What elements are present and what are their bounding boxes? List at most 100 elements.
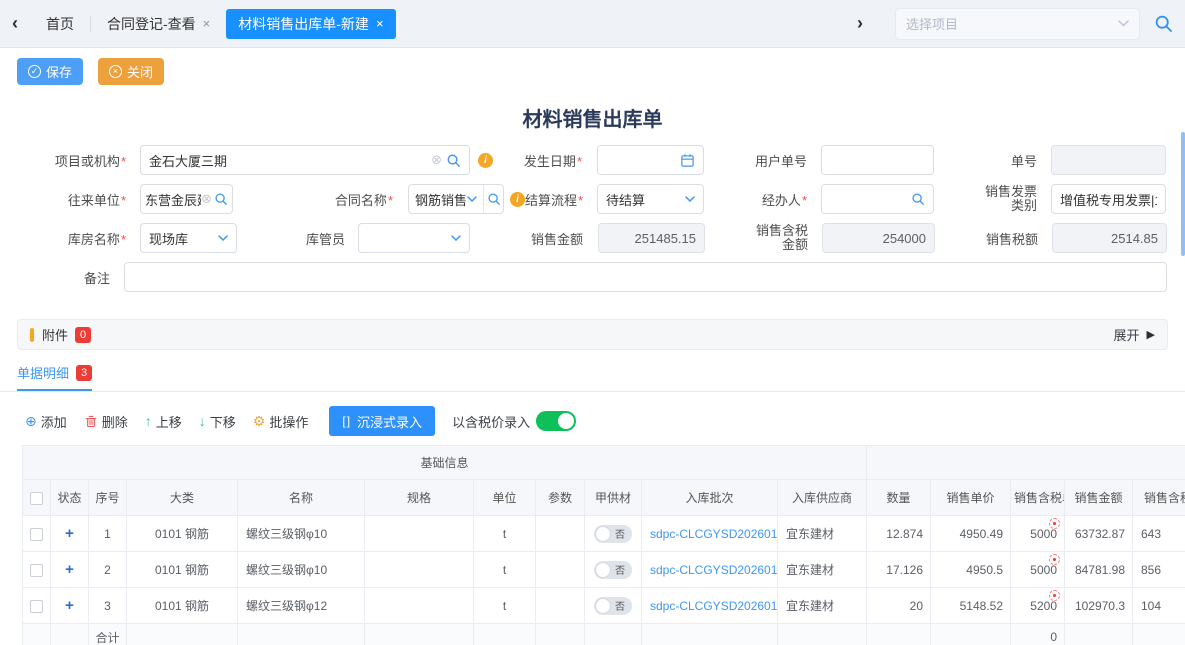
contract-select[interactable]: 钢筋销售 <box>408 184 504 214</box>
arrow-up-icon: ↑ <box>145 413 152 429</box>
settlement-select[interactable]: 待结算 <box>597 184 704 214</box>
col-param: 参数 <box>536 480 585 516</box>
supplied-toggle[interactable]: 否 <box>594 525 632 543</box>
close-button[interactable]: × 关闭 <box>98 58 164 85</box>
modified-marker-icon <box>1049 590 1060 601</box>
chevron-left-icon[interactable]: ‹ <box>12 13 28 34</box>
project-label: 项目或机构* <box>0 151 133 170</box>
contract-search-button[interactable] <box>483 185 503 213</box>
row-checkbox[interactable] <box>30 600 43 613</box>
select-all-header <box>23 480 51 516</box>
column-header-row: 状态 序号 大类 名称 规格 单位 参数 甲供材 入库批次 入库供应商 数量 销… <box>23 480 1185 516</box>
cell-spec <box>365 588 474 624</box>
counterparty-input[interactable]: 东营金辰建 ⊗ <box>140 184 233 214</box>
cell-name: 螺纹三级钢φ10 <box>238 552 365 588</box>
batch-link[interactable]: sdpc-CLCGYSD2026010 <box>650 599 778 613</box>
clear-icon[interactable]: ⊗ <box>431 152 442 168</box>
supplied-toggle[interactable]: 否 <box>594 597 632 615</box>
remark-label: 备注 <box>0 268 117 287</box>
group-basic-info: 基础信息 <box>23 446 867 480</box>
batch-link[interactable]: sdpc-CLCGYSD2026010 <box>650 527 778 541</box>
delete-row-button[interactable]: 删除 <box>84 412 128 431</box>
required-mark: * <box>121 154 126 169</box>
row-add-icon[interactable]: + <box>65 525 74 542</box>
project-select[interactable]: 选择项目 <box>895 8 1140 40</box>
move-down-button[interactable]: ↓ 下移 <box>199 412 236 431</box>
col-name: 名称 <box>238 480 365 516</box>
move-up-button[interactable]: ↑ 上移 <box>145 412 182 431</box>
handler-input[interactable] <box>821 184 934 214</box>
tab-contract-view[interactable]: 合同登记-查看 × <box>107 14 210 34</box>
user-no-input[interactable] <box>821 145 934 175</box>
tab-home[interactable]: 首页 <box>46 14 74 34</box>
supplied-toggle[interactable]: 否 <box>594 561 632 579</box>
row-checkbox[interactable] <box>30 564 43 577</box>
sale-amount-tax-value: 254000 <box>831 231 926 246</box>
col-price-tax: 销售含税单价 <box>1011 480 1065 516</box>
expand-button[interactable]: 展开 ▶ <box>1114 325 1155 344</box>
search-icon[interactable] <box>446 153 461 168</box>
col-supplied: 甲供材 <box>585 480 642 516</box>
scrollbar-thumb[interactable] <box>1181 132 1185 256</box>
cell-qty: 12.874 <box>867 516 931 552</box>
search-icon[interactable] <box>911 192 925 206</box>
attachment-bar: 附件 0 展开 ▶ <box>17 319 1168 350</box>
search-icon[interactable] <box>1154 14 1173 33</box>
clear-icon[interactable]: ⊗ <box>201 191 212 207</box>
tax-entry-toggle[interactable] <box>536 411 576 431</box>
row-add-icon[interactable]: + <box>65 561 74 578</box>
calendar-icon[interactable] <box>680 153 695 168</box>
col-spec: 规格 <box>365 480 474 516</box>
counterparty-label: 往来单位* <box>0 190 133 209</box>
immersive-entry-button[interactable]: [] 沉浸式录入 <box>329 406 435 436</box>
required-mark: * <box>578 193 583 208</box>
warehouse-select[interactable]: 现场库 <box>140 223 237 253</box>
project-input[interactable]: 金石大厦三期 ⊗ <box>140 145 470 175</box>
cell-supplier: 宜东建材 <box>778 552 867 588</box>
date-input[interactable] <box>597 145 704 175</box>
batch-operations-button[interactable]: ⚙ 批操作 <box>253 412 313 431</box>
cell-spec <box>365 516 474 552</box>
total-row: 合计 0 <box>23 624 1185 645</box>
info-icon[interactable]: i <box>478 153 493 168</box>
invoice-type-input[interactable]: 增值税专用发票|13 <box>1051 184 1166 214</box>
info-icon[interactable]: i <box>510 192 525 207</box>
row-add-icon[interactable]: + <box>65 597 74 614</box>
chevron-right-icon[interactable]: › <box>857 13 873 34</box>
batch-link[interactable]: sdpc-CLCGYSD2026010 <box>650 563 778 577</box>
detail-tab-label: 单据明细 <box>17 363 69 382</box>
cell-param <box>536 516 585 552</box>
close-tab-icon[interactable]: × <box>203 16 211 31</box>
save-button[interactable]: ✓ 保存 <box>17 58 83 85</box>
add-row-button[interactable]: ⊕ 添加 <box>25 412 67 431</box>
search-icon[interactable] <box>214 192 228 206</box>
invoice-type-value: 增值税专用发票|13 <box>1060 190 1157 209</box>
cell-seq: 3 <box>89 588 127 624</box>
cell-price: 5148.52 <box>931 588 1011 624</box>
sale-amount-tax-input: 254000 <box>822 223 935 253</box>
sale-amount-label: 销售金额 <box>470 229 590 248</box>
modified-marker-icon <box>1049 518 1060 529</box>
tab-detail[interactable]: 单据明细 3 <box>17 363 92 391</box>
remark-input[interactable] <box>124 262 1167 292</box>
tab-material-outbound-new[interactable]: 材料销售出库单-新建 × <box>226 9 395 39</box>
plus-circle-icon: ⊕ <box>25 413 37 430</box>
cell-amount-tax: 104 <box>1133 588 1185 624</box>
triangle-right-icon: ▶ <box>1147 328 1155 341</box>
tab-bar: ‹ 首页 合同登记-查看 × 材料销售出库单-新建 × › 选择项目 <box>0 0 1185 48</box>
keeper-select[interactable] <box>358 223 470 253</box>
attachment-count-badge: 0 <box>75 327 91 343</box>
select-all-checkbox[interactable] <box>30 492 43 505</box>
table-row: + 2 0101 钢筋 螺纹三级钢φ10 t 否 sdpc-CLCGYSD202… <box>23 552 1185 588</box>
page-title: 材料销售出库单 <box>0 103 1185 132</box>
cell-supplier: 宜东建材 <box>778 516 867 552</box>
cell-amount-tax: 856 <box>1133 552 1185 588</box>
required-mark: * <box>121 193 126 208</box>
cell-amount-tax: 643 <box>1133 516 1185 552</box>
batch-label: 批操作 <box>269 412 308 431</box>
close-tab-icon[interactable]: × <box>376 16 384 31</box>
warehouse-label: 库房名称* <box>0 229 133 248</box>
sale-amount-input: 251485.15 <box>598 223 705 253</box>
row-checkbox[interactable] <box>30 528 43 541</box>
close-button-label: 关闭 <box>127 62 153 81</box>
